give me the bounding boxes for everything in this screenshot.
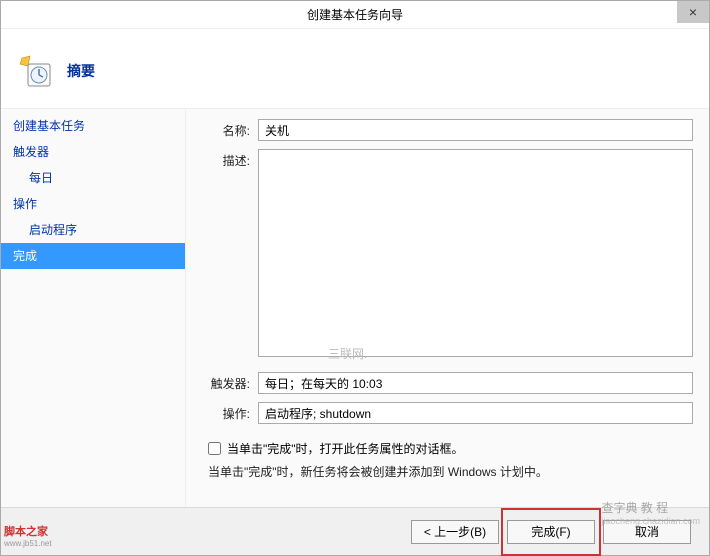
finish-button[interactable]: 完成(F) <box>507 520 595 544</box>
wizard-header: 摘要 <box>1 29 709 109</box>
sidebar-item-1[interactable]: 触发器 <box>1 139 185 165</box>
name-label: 名称: <box>204 119 250 139</box>
sidebar-item-2[interactable]: 每日 <box>1 165 185 191</box>
sidebar-item-4[interactable]: 启动程序 <box>1 217 185 243</box>
back-button[interactable]: < 上一步(B) <box>411 520 499 544</box>
sidebar-item-3[interactable]: 操作 <box>1 191 185 217</box>
name-input[interactable] <box>258 119 693 141</box>
hint-text: 当单击"完成"时，新任务将会被创建并添加到 Windows 计划中。 <box>208 463 693 480</box>
description-label: 描述: <box>204 149 250 169</box>
trigger-readonly <box>258 372 693 394</box>
sidebar-item-0[interactable]: 创建基本任务 <box>1 113 185 139</box>
page-title: 摘要 <box>67 61 95 81</box>
wizard-window: 创建基本任务向导 × 摘要 创建基本任务触发器每日操作启动程序完成 名称: <box>0 0 710 556</box>
watermark-right: 查字典 教 程 jiaocheng.chazidian.com <box>601 499 700 526</box>
description-input[interactable] <box>258 149 693 357</box>
watermark-center: 三联网. <box>328 345 367 362</box>
titlebar: 创建基本任务向导 × <box>1 1 709 29</box>
close-icon: × <box>689 4 697 20</box>
summary-icon <box>19 55 51 87</box>
action-label: 操作: <box>204 402 250 422</box>
close-button[interactable]: × <box>677 1 709 23</box>
wizard-body: 创建基本任务触发器每日操作启动程序完成 名称: 描述: 触发器: <box>1 109 709 507</box>
sidebar: 创建基本任务触发器每日操作启动程序完成 <box>1 109 186 507</box>
open-properties-row[interactable]: 当单击"完成"时，打开此任务属性的对话框。 <box>208 440 693 457</box>
summary-panel: 名称: 描述: 触发器: 操作: <box>186 109 709 507</box>
window-title: 创建基本任务向导 <box>307 6 403 23</box>
sidebar-item-5[interactable]: 完成 <box>1 243 185 269</box>
trigger-label: 触发器: <box>204 372 250 392</box>
open-properties-checkbox[interactable] <box>208 442 221 455</box>
action-readonly <box>258 402 693 424</box>
open-properties-label: 当单击"完成"时，打开此任务属性的对话框。 <box>227 440 464 457</box>
watermark-logo: 脚本之家 www.jb51.net <box>4 526 52 550</box>
